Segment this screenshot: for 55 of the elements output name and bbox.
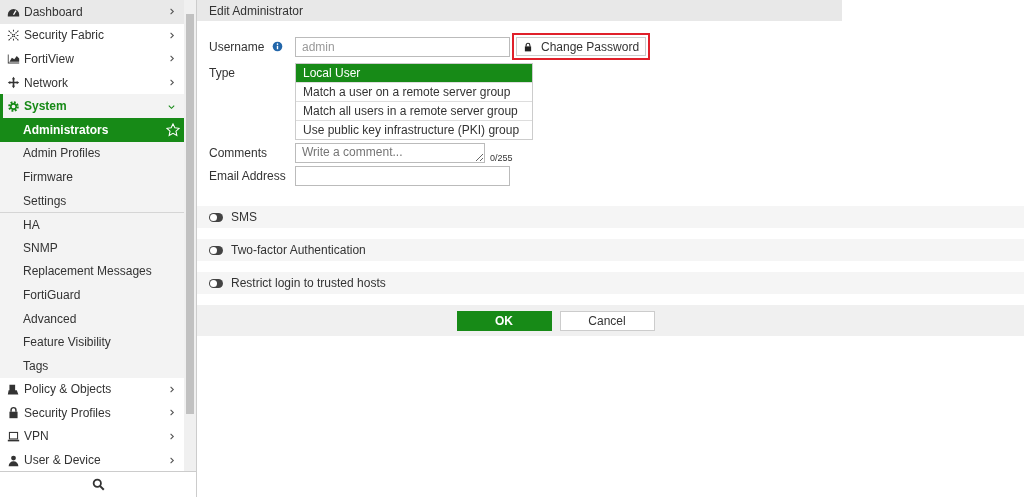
type-option[interactable]: Local User: [296, 64, 532, 82]
email-field[interactable]: [295, 166, 510, 186]
move-arrows-icon: [7, 76, 20, 90]
section-label: Restrict login to trusted hosts: [231, 276, 386, 290]
submenu-item[interactable]: Feature Visibility: [0, 330, 184, 354]
menu-label: Dashboard: [24, 4, 84, 19]
comment-field[interactable]: Write a comment...: [295, 143, 485, 163]
submenu-item[interactable]: SNMP: [0, 235, 184, 260]
character-counter: 0/255: [490, 153, 513, 163]
submenu-item[interactable]: FortiGuard: [0, 283, 184, 307]
field-label: Comments: [209, 146, 267, 160]
menu-label: VPN: [24, 429, 50, 444]
menu-label: Security Profiles: [24, 405, 112, 420]
type-option[interactable]: Use public key infrastructure (PKI) group: [296, 120, 532, 139]
sidebar-item[interactable]: System: [0, 94, 184, 118]
change-password-button[interactable]: Change Password: [516, 37, 647, 56]
section-label: SMS: [231, 210, 257, 224]
menu-label: User & Device: [24, 453, 102, 468]
ok-button[interactable]: OK: [456, 310, 552, 331]
toggle-switch[interactable]: [209, 278, 223, 288]
menu-label: Policy & Objects: [24, 382, 113, 397]
submenu-item[interactable]: Admin Profiles: [0, 141, 184, 166]
lock-icon: [7, 406, 20, 420]
menu-label: FortiView: [24, 52, 75, 66]
sidebar-item[interactable]: Dashboard: [0, 0, 184, 24]
network-icon: [7, 28, 20, 42]
cancel-button[interactable]: Cancel: [559, 310, 655, 331]
submenu-item[interactable]: Tags: [0, 353, 184, 378]
submenu-item[interactable]: Settings: [0, 188, 184, 213]
submenu-item[interactable]: Replacement Messages: [0, 259, 184, 284]
field-label: Type: [209, 66, 235, 80]
submenu-item[interactable]: Firmware: [0, 165, 184, 189]
lock-icon: [523, 41, 533, 52]
area-chart-icon: [7, 52, 20, 66]
type-option[interactable]: Match all users in a remote server group: [296, 101, 532, 120]
menu-label: Security Fabric: [24, 28, 106, 43]
star-icon[interactable]: [166, 122, 180, 137]
page-title: Edit Administrator: [209, 3, 304, 18]
toggle-switch[interactable]: [209, 212, 223, 222]
info-icon[interactable]: [272, 41, 284, 52]
laptop-icon: [7, 430, 20, 443]
menu-label: System: [24, 99, 68, 114]
submenu-item[interactable]: Advanced: [0, 306, 184, 331]
menu-label: Network: [24, 75, 69, 90]
user-icon: [7, 453, 20, 467]
toggle-switch[interactable]: [209, 245, 223, 255]
settings-icon: [7, 99, 20, 113]
type-option[interactable]: Match a user on a remote server group: [296, 82, 532, 101]
field-label: Email Address: [209, 169, 286, 183]
section-label: Two-factor Authentication: [231, 243, 366, 257]
scrollbar[interactable]: [184, 0, 196, 471]
search-icon: [91, 478, 105, 491]
field-label: Username: [209, 39, 265, 54]
submenu-item[interactable]: Administrators: [0, 117, 184, 142]
stamp-icon: [7, 382, 20, 396]
